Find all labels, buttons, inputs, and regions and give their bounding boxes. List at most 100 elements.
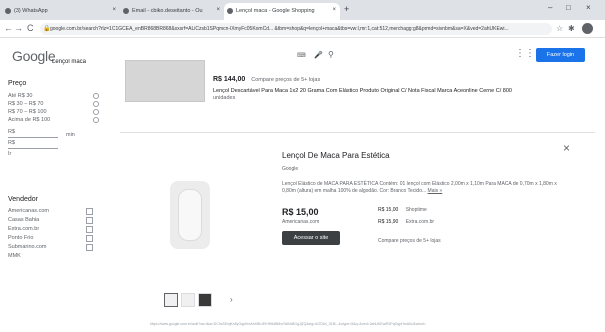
product-price: R$ 15,00: [282, 207, 319, 217]
max-price-field[interactable]: R$: [8, 140, 58, 149]
price-option[interactable]: R$ 70 – R$ 100: [8, 109, 108, 117]
thumbnail[interactable]: [198, 293, 212, 307]
visit-site-button[interactable]: Acessar o site: [282, 231, 340, 245]
result-title[interactable]: Lençol Descartável Para Maca 1x2 20 Gram…: [213, 88, 573, 94]
radio-button[interactable]: [93, 117, 99, 123]
close-tab-icon[interactable]: ×: [112, 7, 116, 13]
seller-label: Ponto Frio: [8, 235, 34, 241]
google-header: Google ⌨ 🎤 ⚲ ⋮⋮ Fazer login: [0, 38, 605, 72]
radio-button[interactable]: [93, 109, 99, 115]
price-filter-title: Preço: [8, 80, 27, 87]
go-link[interactable]: Ir: [8, 151, 58, 160]
seller-filter-title: Vendedor: [8, 196, 38, 203]
url-text: google.com.br/search?rlz=1C1GCEA_enBR868…: [50, 26, 509, 32]
product-image[interactable]: [170, 181, 210, 249]
product-description: Lençol Elástico de MACA PARA ESTÉTICA Co…: [282, 181, 562, 195]
shipping-label: Extra.com.br: [405, 219, 435, 225]
forward-button[interactable]: →: [14, 23, 23, 33]
back-button[interactable]: ←: [4, 23, 13, 33]
whatsapp-favicon-icon: [5, 8, 11, 14]
result-text: R$ 144,00 Compare preços de 5+ lojas Len…: [213, 76, 573, 101]
checkbox[interactable]: [86, 244, 93, 251]
min-price-field[interactable]: R$: [8, 129, 58, 138]
google-logo[interactable]: Google: [12, 48, 56, 64]
seller-label: Casas Bahia: [8, 217, 40, 223]
checkbox[interactable]: [86, 226, 93, 233]
url-field[interactable]: 🔒 google.com.br/search?rlz=1C1GCEA_enBR8…: [40, 23, 552, 35]
product-detail-panel: × Lençol De Maca Para Estética Google Le…: [120, 132, 595, 317]
shipping-price: R$ 15,00: [378, 207, 399, 213]
google-apps-icon[interactable]: ⋮⋮: [515, 48, 535, 59]
price-range: R$ min R$ Ir: [8, 129, 108, 160]
login-button[interactable]: Fazer login: [536, 48, 585, 62]
email-favicon-icon: [123, 8, 129, 14]
price-option-label: Acima de R$ 100: [8, 117, 51, 123]
thumbnail[interactable]: [181, 293, 195, 307]
browser-tab-strip: (3) WhatsApp × Email - cbiko.deseitanto …: [0, 0, 605, 20]
shipping-price: R$ 15,90: [378, 219, 399, 225]
seller-option[interactable]: Submarino.com: [8, 244, 108, 253]
product-store: Google: [282, 166, 299, 172]
microphone-icon[interactable]: 🎤: [314, 51, 323, 59]
seller-label: Extra.com.br: [8, 226, 40, 232]
filters-sidebar: Preço Até R$ 30 R$ 30 – R$ 70 R$ 70 – R$…: [8, 80, 108, 262]
thumbnail[interactable]: [164, 293, 178, 307]
checkbox[interactable]: [86, 208, 93, 215]
tab-label: Lençol maca - Google Shopping: [236, 8, 315, 14]
checkbox[interactable]: [86, 217, 93, 224]
minimize-button[interactable]: –: [548, 3, 552, 12]
bookmark-star-icon[interactable]: ☆: [556, 24, 563, 33]
radio-button[interactable]: [93, 101, 99, 107]
status-url: https://www.google.com.br/aclk?sa=l&ai=D…: [150, 322, 426, 326]
result-price: R$ 144,00 Compare preços de 5+ lojas: [213, 76, 573, 83]
price-option-label: Até R$ 30: [8, 93, 33, 99]
close-tab-icon[interactable]: ×: [332, 7, 336, 13]
address-bar-row: ← → C 🔒 google.com.br/search?rlz=1C1GCEA…: [0, 20, 605, 38]
seller-label: Americanas.com: [8, 208, 49, 214]
seller-option[interactable]: Casas Bahia: [8, 217, 108, 226]
product-title: Lençol De Maca Para Estética: [282, 151, 390, 160]
reload-button[interactable]: C: [27, 23, 34, 33]
seller-label: MMK: [8, 253, 21, 259]
compare-prices-link[interactable]: Compare preços de 5+ lojas: [378, 238, 441, 244]
browser-tab-email[interactable]: Email - cbiko.deseitanto - Ou ×: [120, 3, 224, 20]
price-option[interactable]: R$ 30 – R$ 70: [8, 101, 108, 109]
price-option-label: R$ 30 – R$ 70: [8, 101, 44, 107]
shipping-row[interactable]: R$ 15,90 Extra.com.br: [378, 219, 434, 225]
extensions-icon[interactable]: ✱: [568, 24, 575, 33]
seller-option[interactable]: MMK: [8, 253, 108, 262]
seller-label: Submarino.com: [8, 244, 47, 250]
search-icon[interactable]: ⚲: [328, 50, 334, 59]
shipping-row[interactable]: R$ 15,00 Shoptime: [378, 207, 427, 213]
seller-option[interactable]: Extra.com.br: [8, 226, 108, 235]
product-image-roll: [178, 189, 202, 241]
result-desc: unidades: [213, 95, 236, 101]
chevron-right-icon[interactable]: ›: [230, 295, 233, 304]
radio-button[interactable]: [93, 93, 99, 99]
tab-label: (3) WhatsApp: [14, 8, 48, 14]
seller-option[interactable]: Americanas.com: [8, 208, 108, 217]
browser-tab-whatsapp[interactable]: (3) WhatsApp ×: [2, 3, 120, 20]
google-favicon-icon: [227, 8, 233, 14]
checkbox[interactable]: [86, 235, 93, 242]
price-option[interactable]: Acima de R$ 100: [8, 117, 108, 125]
price-value: R$ 144,00: [213, 76, 246, 83]
keyboard-icon[interactable]: ⌨: [297, 52, 306, 59]
product-seller[interactable]: Americanas.com: [282, 219, 319, 225]
seller-option[interactable]: Ponto Frio: [8, 235, 108, 244]
more-link[interactable]: Mais »: [428, 188, 443, 194]
price-option[interactable]: Até R$ 30: [8, 93, 108, 101]
new-tab-button[interactable]: +: [344, 4, 349, 14]
browser-tab-shopping[interactable]: Lençol maca - Google Shopping ×: [224, 3, 340, 20]
product-thumbnail[interactable]: [125, 60, 205, 102]
compare-prices-link[interactable]: Compare preços de 5+ lojas: [251, 77, 320, 83]
description-text: Lençol Elástico de MACA PARA ESTÉTICA Co…: [282, 181, 557, 194]
price-option-label: R$ 70 – R$ 100: [8, 109, 47, 115]
lock-icon: 🔒: [43, 26, 51, 32]
profile-avatar[interactable]: [582, 23, 593, 34]
close-tab-icon[interactable]: ×: [216, 7, 220, 13]
range-label: min: [66, 132, 75, 138]
maximize-button[interactable]: □: [566, 3, 571, 12]
close-icon[interactable]: ×: [563, 141, 570, 155]
close-window-button[interactable]: ×: [586, 3, 591, 12]
